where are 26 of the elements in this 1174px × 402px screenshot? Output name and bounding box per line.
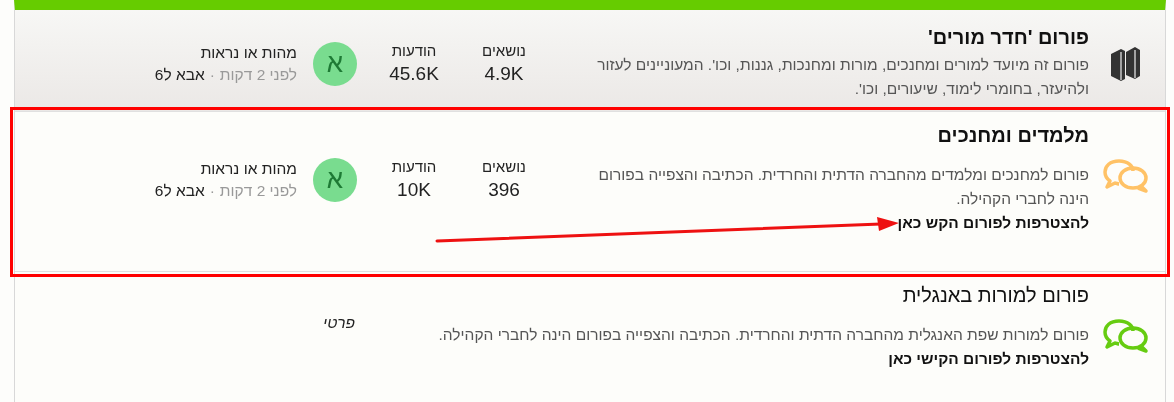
stat-label: הודעות xyxy=(391,158,437,175)
author-name[interactable]: אבא ל6 xyxy=(154,181,205,200)
forum-title[interactable]: פורום 'חדר מורים' xyxy=(569,26,1089,49)
last-post-title[interactable]: מהות או נראות xyxy=(154,43,297,62)
forum-description: פורום זה מיועד למורים ומחנכים, מורות ומחנכות, גננות, וכו'. המעוניינים לעזור ולהיעזר, בחומרי לימוד, שיעורים, וכו'. xyxy=(596,55,1089,99)
forum-description: פורום למחנכים ומלמדים מהחברה הדתית והחרדית. הכתיבה והצפייה בפורום הינה לחברי הקהילה. xyxy=(597,165,1089,209)
stat-label: נושאים xyxy=(482,42,526,59)
post-time: לפני 2 דקות xyxy=(219,181,297,200)
books-icon xyxy=(1109,45,1143,82)
post-time: לפני 2 דקות xyxy=(219,65,297,84)
forum-title[interactable]: פורום למורות באנגלית xyxy=(415,284,1089,307)
stat-value: 10K xyxy=(397,179,431,201)
author-name[interactable]: אבא ל6 xyxy=(154,65,205,84)
last-post-title[interactable]: מהות או נראות xyxy=(154,159,297,178)
stat-value: 45.6K xyxy=(389,63,439,85)
stat-label: נושאים xyxy=(482,158,526,175)
separator-dot: · xyxy=(209,181,215,200)
stat-label: הודעות xyxy=(391,42,437,59)
forum-title[interactable]: מלמדים ומחנכים xyxy=(569,124,1089,147)
private-label: פרטי xyxy=(323,313,355,331)
forum-description: פורום למורות שפת האנגלית מהחברה הדתית והחרדית. הכתיבה והצפייה בפורום הינה לחברי הקהילה. xyxy=(437,325,1089,345)
join-link[interactable]: להצטרפות לפורום הקישי כאן xyxy=(888,347,1089,371)
stat-value: 4.9K xyxy=(484,63,524,85)
stat-value: 396 xyxy=(488,179,520,201)
separator-dot: · xyxy=(209,65,215,84)
join-link[interactable]: להצטרפות לפורום הקש כאן xyxy=(897,211,1089,235)
